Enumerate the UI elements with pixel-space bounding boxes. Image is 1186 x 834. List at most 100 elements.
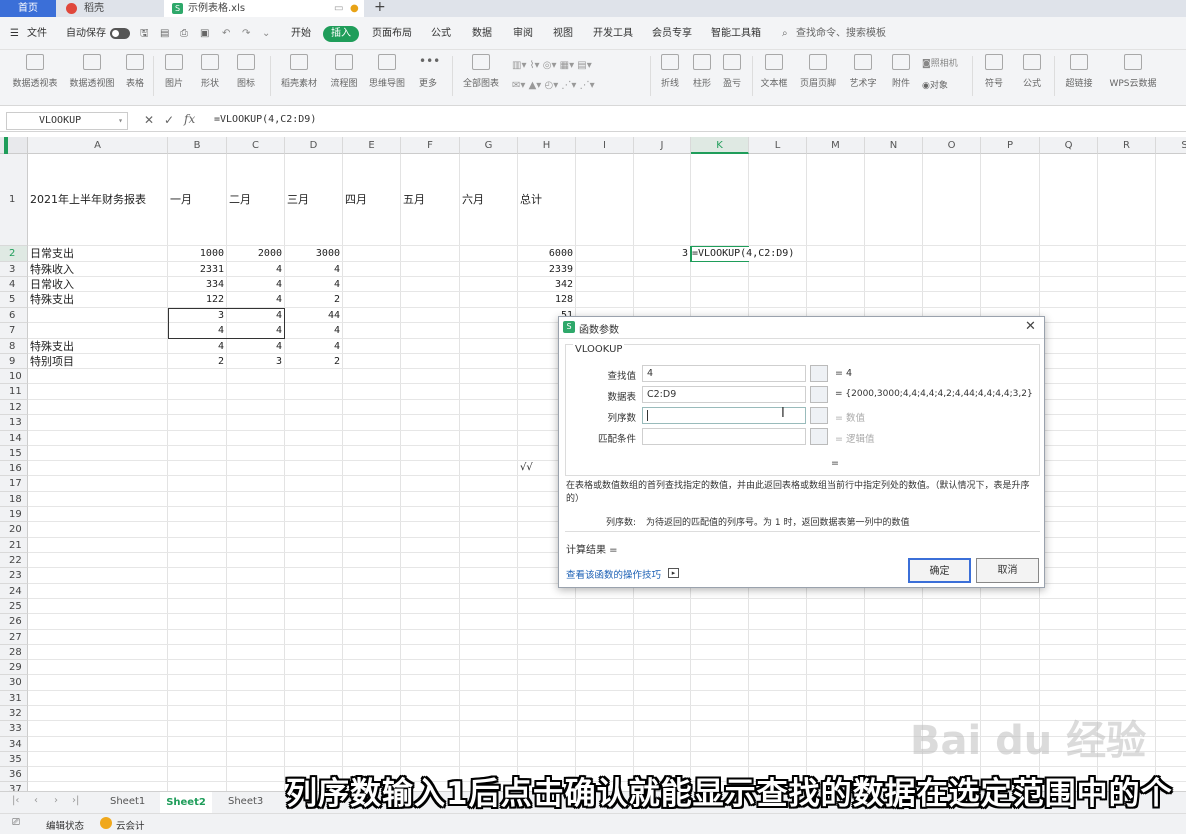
menu-member[interactable]: 会员专享 — [652, 27, 692, 41]
window-icon[interactable]: ▭ — [334, 0, 343, 17]
cell-h1[interactable]: 总计 — [520, 193, 542, 207]
column-header-m[interactable]: M — [807, 137, 865, 154]
cell-b1[interactable]: 一月 — [170, 193, 192, 207]
column-header-e[interactable]: E — [343, 137, 401, 154]
flowchart-button[interactable]: 流程图 — [328, 54, 360, 89]
cell-a4[interactable]: 日常收入 — [30, 278, 74, 292]
confirm-check-icon[interactable]: ✓ — [164, 113, 174, 127]
column-header-i[interactable]: I — [576, 137, 634, 154]
cell-h5[interactable]: 128 — [518, 293, 573, 307]
row-header-10[interactable]: 10 — [0, 369, 28, 384]
cell-a8[interactable]: 特殊支出 — [30, 340, 74, 354]
cloud-accounting-link[interactable]: 云会计 — [116, 818, 145, 832]
cell-c5[interactable]: 4 — [227, 293, 282, 307]
row-header-23[interactable]: 23 — [0, 568, 28, 584]
video-icon[interactable]: ▸ — [668, 568, 679, 578]
print-icon[interactable]: ⎙ — [180, 27, 188, 41]
row-header-29[interactable]: 29 — [0, 660, 28, 675]
cell-d8[interactable]: 4 — [285, 340, 340, 354]
ok-button[interactable]: 确定 — [908, 558, 971, 583]
cell-d6[interactable]: 44 — [285, 309, 340, 323]
column-header-d[interactable]: D — [285, 137, 343, 154]
icon-library-button[interactable]: 图标 — [232, 54, 260, 89]
column-header-a[interactable]: A — [28, 137, 168, 154]
cell-h16[interactable]: √√ — [520, 461, 533, 475]
row-header-35[interactable]: 35 — [0, 752, 28, 767]
row-header-26[interactable]: 26 — [0, 614, 28, 630]
formula-input[interactable]: =VLOOKUP(4,C2:D9) — [214, 114, 316, 125]
cell-h2[interactable]: 6000 — [518, 247, 573, 261]
sheet-tab-2[interactable]: Sheet2 — [160, 792, 212, 813]
cell-a5[interactable]: 特殊支出 — [30, 293, 74, 307]
cancel-x-icon[interactable]: ✕ — [144, 113, 154, 127]
menu-formula[interactable]: 公式 — [431, 27, 451, 41]
pivot-chart-button[interactable]: 数据透视图 — [66, 54, 118, 89]
preview-icon[interactable]: ▣ — [200, 27, 209, 41]
cell-d5[interactable]: 2 — [285, 293, 340, 307]
search-icon[interactable]: ⌕ — [782, 27, 788, 41]
cell-a1[interactable]: 2021年上半年财务报表 — [30, 193, 146, 207]
collapse-dialog-icon[interactable] — [810, 428, 828, 445]
row-header-37[interactable]: 37 — [0, 782, 28, 791]
cell-f1[interactable]: 五月 — [403, 193, 425, 207]
more-button[interactable]: ••• 更多 — [414, 54, 442, 89]
first-sheet-icon[interactable]: |‹ — [12, 795, 19, 806]
row-header-21[interactable]: 21 — [0, 538, 28, 553]
row-header-3[interactable]: 3 — [0, 262, 28, 277]
cell-b8[interactable]: 4 — [168, 340, 224, 354]
menu-page-layout[interactable]: 页面布局 — [372, 27, 412, 41]
column-header-o[interactable]: O — [923, 137, 981, 154]
save-icon[interactable]: 🖫 — [140, 27, 149, 41]
cell-h3[interactable]: 2339 — [518, 263, 573, 277]
row-header-6[interactable]: 6 — [0, 308, 28, 323]
row-header-22[interactable]: 22 — [0, 553, 28, 568]
pivot-table-button[interactable]: 数据透视表 — [10, 54, 60, 89]
column-header-k[interactable]: K — [691, 137, 749, 154]
cell-d4[interactable]: 4 — [285, 278, 340, 292]
quick-access-dropdown-icon[interactable]: ⌄ — [262, 27, 270, 41]
row-header-16[interactable]: 16 — [0, 461, 28, 476]
column-header-j[interactable]: J — [634, 137, 691, 154]
sheet-tab-3[interactable]: Sheet3 — [228, 796, 263, 807]
close-icon[interactable]: ✕ — [1025, 319, 1036, 334]
collapse-dialog-icon[interactable] — [810, 365, 828, 382]
hyperlink-button[interactable]: 超链接 — [1062, 54, 1096, 89]
name-box[interactable]: VLOOKUP ▾ — [6, 112, 128, 130]
picture-button[interactable]: 图片 — [160, 54, 188, 89]
tab-file[interactable]: S 示例表格.xls ▭ ● — [164, 0, 364, 17]
undo-icon[interactable]: ↶ — [222, 27, 230, 41]
cell-d7[interactable]: 4 — [285, 324, 340, 338]
row-header-30[interactable]: 30 — [0, 675, 28, 691]
collapse-dialog-icon[interactable] — [810, 386, 828, 403]
row-header-5[interactable]: 5 — [0, 292, 28, 308]
lookup-value-input[interactable]: 4 — [642, 365, 806, 382]
macro-icon[interactable]: ⎚ — [12, 817, 20, 828]
cell-b2[interactable]: 1000 — [168, 247, 224, 261]
column-header-r[interactable]: R — [1098, 137, 1156, 154]
wordart-button[interactable]: 艺术字 — [844, 54, 882, 89]
shape-button[interactable]: 形状 — [196, 54, 224, 89]
tab-home[interactable]: 首页 — [0, 0, 56, 17]
table-button[interactable]: 表格 — [122, 54, 148, 89]
cell-d2[interactable]: 3000 — [285, 247, 340, 261]
row-header-14[interactable]: 14 — [0, 431, 28, 446]
row-header-32[interactable]: 32 — [0, 706, 28, 721]
column-header-p[interactable]: P — [981, 137, 1040, 154]
column-header-h[interactable]: H — [518, 137, 576, 154]
cell-h4[interactable]: 342 — [518, 278, 573, 292]
row-header-20[interactable]: 20 — [0, 522, 28, 538]
cell-j2[interactable]: 3 — [640, 247, 688, 261]
cell-b3[interactable]: 2331 — [168, 263, 224, 277]
cell-d1[interactable]: 三月 — [287, 193, 309, 207]
mindmap-button[interactable]: 思维导图 — [366, 54, 408, 89]
wps-cloud-data-button[interactable]: WPS云数据 — [1104, 54, 1162, 89]
cell-a3[interactable]: 特殊收入 — [30, 263, 74, 277]
row-header-28[interactable]: 28 — [0, 645, 28, 660]
cell-e1[interactable]: 四月 — [345, 193, 367, 207]
column-header-n[interactable]: N — [865, 137, 923, 154]
sheet-tab-1[interactable]: Sheet1 — [110, 796, 145, 807]
sparkline-winloss-button[interactable]: 盈亏 — [718, 54, 746, 89]
hamburger-icon[interactable]: ☰ — [10, 27, 19, 41]
table-array-input[interactable]: C2:D9 — [642, 386, 806, 403]
cell-c9[interactable]: 3 — [227, 355, 282, 369]
